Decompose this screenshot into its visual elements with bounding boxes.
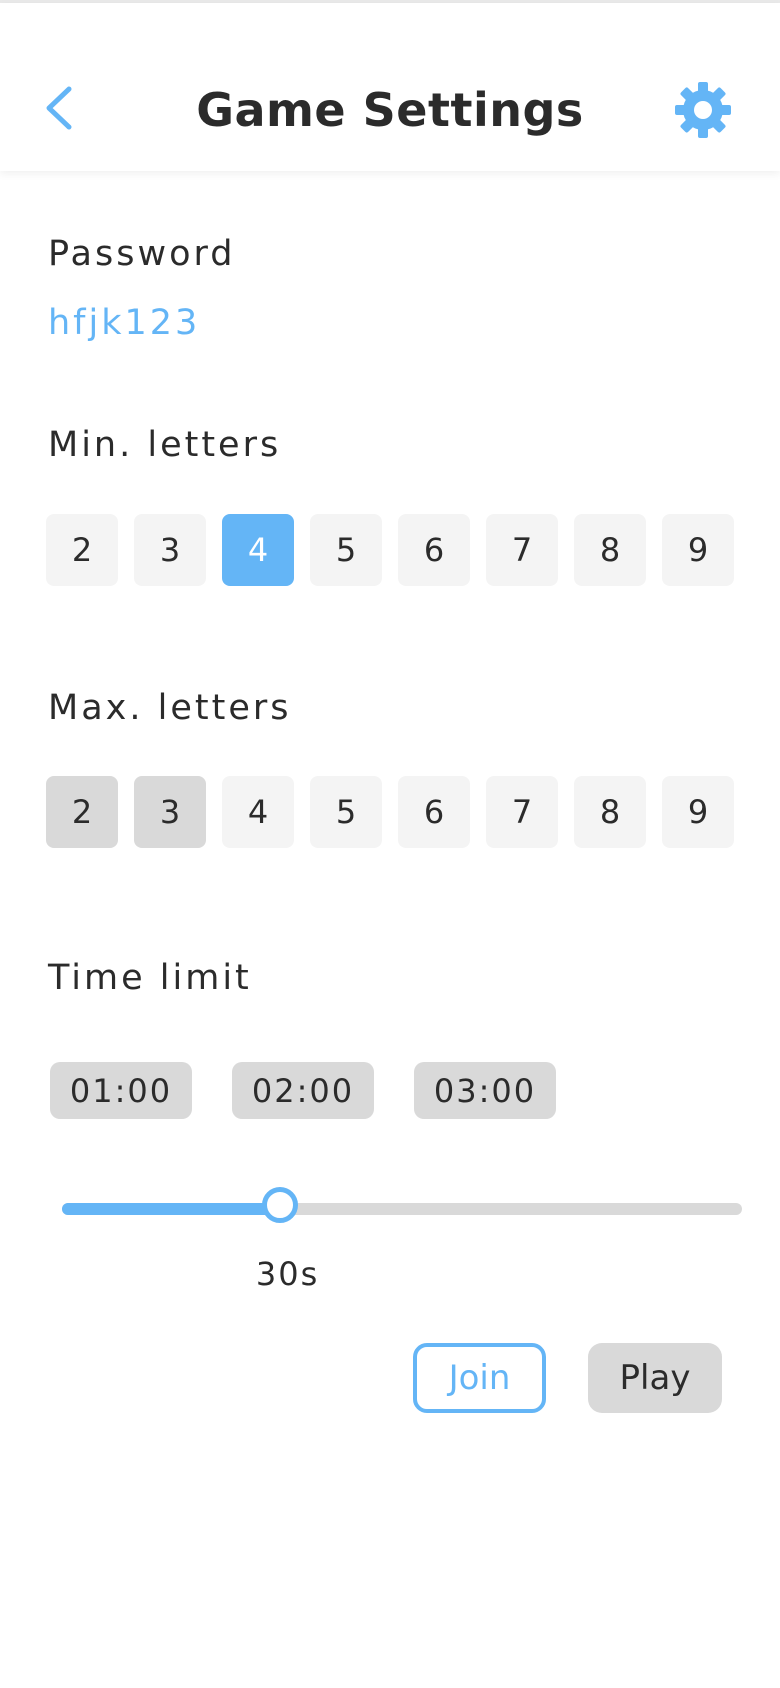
time-preset-3-minutes[interactable]: 03:00 <box>414 1062 556 1119</box>
max-letters-options: 2 3 4 5 6 7 8 9 <box>46 776 736 848</box>
min-letters-option-7[interactable]: 7 <box>486 514 558 586</box>
password-label: Password <box>48 234 236 274</box>
min-letters-option-5[interactable]: 5 <box>310 514 382 586</box>
back-button[interactable] <box>30 75 86 145</box>
time-preset-1-minute[interactable]: 01:00 <box>50 1062 192 1119</box>
password-value: hfjk123 <box>48 303 201 343</box>
max-letters-option-8[interactable]: 8 <box>574 776 646 848</box>
max-letters-label: Max. letters <box>48 688 292 728</box>
chevron-left-icon <box>41 85 75 135</box>
min-letters-option-6[interactable]: 6 <box>398 514 470 586</box>
join-button[interactable]: Join <box>413 1343 546 1413</box>
gear-icon <box>673 80 733 144</box>
min-letters-option-3[interactable]: 3 <box>134 514 206 586</box>
time-preset-2-minutes[interactable]: 02:00 <box>232 1062 374 1119</box>
time-limit-value: 30s <box>255 1255 320 1293</box>
max-letters-option-4[interactable]: 4 <box>222 776 294 848</box>
time-limit-slider-thumb[interactable] <box>261 1187 298 1223</box>
max-letters-option-3[interactable]: 3 <box>134 776 206 848</box>
page-title: Game Settings <box>196 83 584 137</box>
time-limit-label: Time limit <box>48 958 252 998</box>
min-letters-option-9[interactable]: 9 <box>662 514 734 586</box>
time-limit-slider[interactable] <box>62 1203 742 1215</box>
play-button[interactable]: Play <box>588 1343 722 1413</box>
min-letters-options: 2 3 4 5 6 7 8 9 <box>46 514 736 586</box>
min-letters-option-8[interactable]: 8 <box>574 514 646 586</box>
min-letters-option-2[interactable]: 2 <box>46 514 118 586</box>
max-letters-option-6[interactable]: 6 <box>398 776 470 848</box>
max-letters-option-2[interactable]: 2 <box>46 776 118 848</box>
min-letters-option-4[interactable]: 4 <box>222 514 294 586</box>
max-letters-option-7[interactable]: 7 <box>486 776 558 848</box>
settings-button[interactable] <box>670 79 736 145</box>
max-letters-option-9[interactable]: 9 <box>662 776 734 848</box>
time-limit-slider-fill <box>62 1203 280 1215</box>
max-letters-option-5[interactable]: 5 <box>310 776 382 848</box>
app-header: Game Settings <box>0 3 780 171</box>
min-letters-label: Min. letters <box>48 425 282 465</box>
